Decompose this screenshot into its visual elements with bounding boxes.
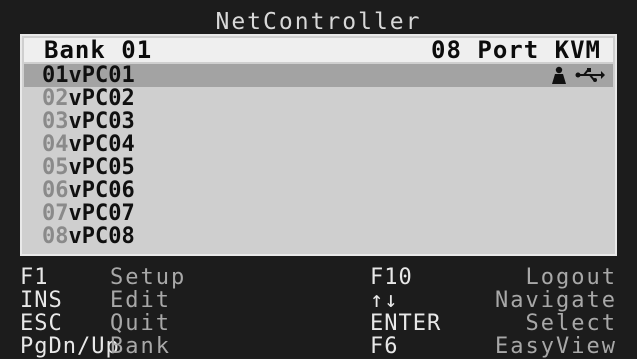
port-number: 05 <box>42 155 69 180</box>
help-row: PgDn/Up Bank F6 EasyView <box>20 335 617 358</box>
help-row: ESC Quit ENTER Select <box>20 312 617 335</box>
port-name: vPC06 <box>68 178 135 203</box>
port-number: 06 <box>42 178 69 203</box>
port-row-05[interactable]: 05vPC05 <box>24 156 613 179</box>
port-number: 07 <box>42 201 69 226</box>
help-key: ↑↓ <box>370 288 399 313</box>
port-number: 01 <box>42 63 69 88</box>
switch-model: 08 Port KVM <box>431 36 601 64</box>
port-row-07[interactable]: 07vPC07 <box>24 202 613 225</box>
port-row-04[interactable]: 04vPC04 <box>24 133 613 156</box>
port-name: vPC01 <box>68 63 135 88</box>
port-list-panel: Bank 01 08 Port KVM 01vPC01 02vPC02 03vP… <box>20 34 617 256</box>
bank-label: Bank 01 <box>44 36 153 64</box>
help-desc: EasyView <box>495 334 617 359</box>
key-help: F1 Setup F10 Logout INS Edit ↑↓ Navigate… <box>20 266 617 358</box>
help-key: F6 <box>370 334 399 359</box>
app-title: NetController <box>215 9 422 35</box>
port-name: vPC02 <box>68 86 135 111</box>
port-number: 08 <box>42 224 69 249</box>
help-desc: Logout <box>525 265 617 290</box>
help-row: INS Edit ↑↓ Navigate <box>20 289 617 312</box>
help-key: PgDn/Up <box>20 334 120 359</box>
help-desc: Quit <box>110 311 171 336</box>
port-name: vPC03 <box>68 109 135 134</box>
help-row: F1 Setup F10 Logout <box>20 266 617 289</box>
port-row-01[interactable]: 01vPC01 <box>24 64 613 87</box>
help-desc: Bank <box>110 334 171 359</box>
help-key: F10 <box>370 265 413 290</box>
port-name: vPC05 <box>68 155 135 180</box>
port-row-06[interactable]: 06vPC06 <box>24 179 613 202</box>
help-key: ESC <box>20 311 63 336</box>
help-key: ENTER <box>370 311 442 336</box>
port-list: 01vPC01 02vPC02 03vPC03 04vPC04 05vPC05 … <box>24 64 613 248</box>
user-icon <box>552 66 566 84</box>
help-key: F1 <box>20 265 49 290</box>
help-desc: Navigate <box>495 288 617 313</box>
port-name: vPC07 <box>68 201 135 226</box>
bank-header: Bank 01 08 Port KVM <box>24 38 613 62</box>
help-key: INS <box>20 288 63 313</box>
port-name: vPC08 <box>68 224 135 249</box>
help-desc: Edit <box>110 288 171 313</box>
port-name: vPC04 <box>68 132 135 157</box>
port-row-08[interactable]: 08vPC08 <box>24 225 613 248</box>
port-row-02[interactable]: 02vPC02 <box>24 87 613 110</box>
help-desc: Setup <box>110 265 187 290</box>
kvm-screen: NetController Bank 01 08 Port KVM 01vPC0… <box>0 0 637 358</box>
usb-icon <box>575 68 605 82</box>
port-number: 02 <box>42 86 69 111</box>
port-status-icons <box>549 66 605 84</box>
port-row-03[interactable]: 03vPC03 <box>24 110 613 133</box>
help-desc: Select <box>525 311 617 336</box>
port-number: 04 <box>42 132 69 157</box>
port-number: 03 <box>42 109 69 134</box>
